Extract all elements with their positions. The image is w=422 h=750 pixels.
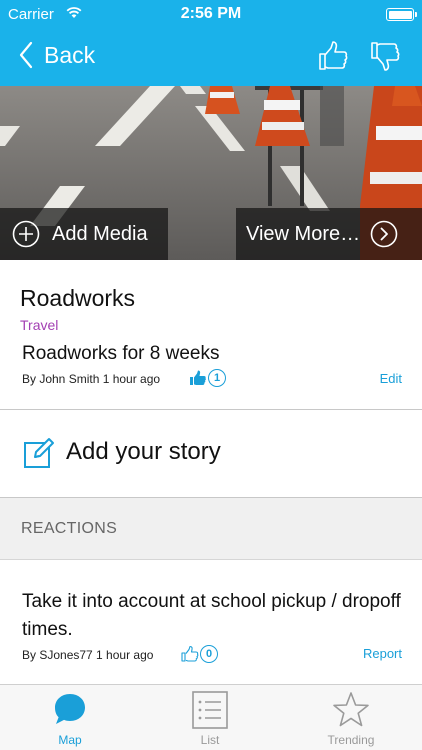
plus-circle-icon	[12, 220, 40, 248]
view-more-button[interactable]: View More…	[236, 208, 422, 260]
reaction-text: Take it into account at school pickup / …	[22, 591, 401, 640]
tab-trending[interactable]: Trending	[280, 685, 422, 750]
tab-trending-label: Trending	[327, 733, 375, 747]
story-photo[interactable]: Add Media View More…	[0, 86, 422, 260]
view-more-label: View More…	[246, 222, 361, 245]
add-media-label: Add Media	[52, 222, 148, 245]
story-card: Roadworks Travel Roadworks for 8 weeks B…	[0, 260, 422, 410]
reaction-like-count: 0	[200, 645, 218, 663]
edit-button[interactable]: Edit	[380, 371, 402, 386]
thumbs-up-outline-icon	[181, 645, 199, 662]
nav-bar: Back	[0, 28, 422, 86]
add-story-label: Add your story	[66, 438, 221, 465]
tab-map-label: Map	[58, 733, 82, 747]
reaction-item: Take it into account at school pickup / …	[0, 560, 422, 684]
story-title: Roadworks	[20, 285, 136, 311]
chevron-right-circle-icon	[370, 220, 398, 248]
list-icon	[192, 691, 228, 729]
story-description: Roadworks for 8 weeks	[22, 343, 220, 364]
thumbs-up-filled-icon	[190, 370, 206, 385]
header-bar: Carrier 2:56 PM Back	[0, 0, 422, 86]
add-story-button[interactable]: Add your story	[0, 410, 422, 498]
reaction-byline: By SJones77 1 hour ago	[22, 648, 154, 662]
story-byline: By John Smith 1 hour ago	[22, 372, 161, 386]
reactions-section-header: REACTIONS	[0, 498, 422, 560]
back-button[interactable]: Back	[18, 38, 95, 72]
tab-list[interactable]: List	[140, 685, 280, 750]
status-bar: Carrier 2:56 PM	[0, 0, 422, 28]
compose-icon	[24, 438, 54, 468]
reaction-like-button[interactable]: 0	[181, 645, 218, 663]
story-like-count: 1	[208, 369, 226, 387]
thumbs-up-icon[interactable]	[316, 39, 350, 73]
map-bubble-icon	[55, 694, 85, 724]
chevron-left-icon	[19, 41, 33, 69]
status-time: 2:56 PM	[180, 5, 242, 22]
tab-map[interactable]: Map	[0, 685, 140, 750]
star-icon	[333, 692, 369, 727]
tab-list-label: List	[200, 733, 220, 747]
story-category[interactable]: Travel	[20, 317, 58, 333]
add-media-button[interactable]: Add Media	[0, 208, 168, 260]
story-like-button[interactable]: 1	[189, 369, 226, 387]
battery-icon	[386, 8, 417, 21]
thumbs-down-icon[interactable]	[368, 39, 402, 73]
back-label: Back	[44, 41, 96, 68]
report-button[interactable]: Report	[363, 646, 402, 661]
reactions-heading: REACTIONS	[21, 520, 118, 537]
tab-bar: Map List Trending	[0, 684, 422, 750]
